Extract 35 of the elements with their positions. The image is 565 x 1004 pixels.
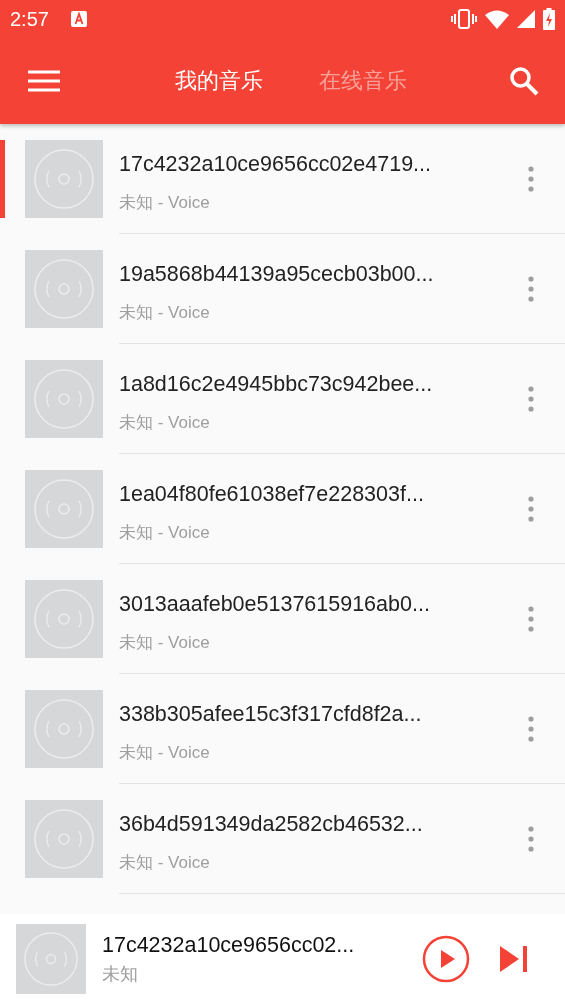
more-icon[interactable] xyxy=(525,165,537,193)
now-playing-artist: 未知 xyxy=(102,962,138,986)
song-title[interactable]: 19a5868b44139a95cecb03b00... xyxy=(119,262,434,287)
song-title[interactable]: 1a8d16c2e4945bbc73c942bee... xyxy=(119,372,433,397)
song-artist: 未知 - Voice xyxy=(119,412,210,434)
song-artist: 未知 - Voice xyxy=(119,632,210,654)
song-title[interactable]: 17c4232a10ce9656cc02e4719... xyxy=(119,152,432,177)
now-playing-title: 17c4232a10ce9656cc02... xyxy=(102,932,355,958)
status-time: 2:57 xyxy=(10,7,49,31)
song-artist: 未知 - Voice xyxy=(119,522,210,544)
song-artist: 未知 - Voice xyxy=(119,742,210,764)
notification-icon xyxy=(70,11,87,27)
more-icon[interactable] xyxy=(525,495,537,523)
more-icon[interactable] xyxy=(525,385,537,413)
song-title[interactable]: 3013aaafeb0e5137615916ab0... xyxy=(119,592,430,617)
search-icon[interactable] xyxy=(509,66,539,96)
menu-icon[interactable] xyxy=(28,70,60,92)
more-icon[interactable] xyxy=(525,825,537,853)
vibrate-icon xyxy=(451,9,477,29)
more-icon[interactable] xyxy=(525,275,537,303)
song-title[interactable]: 338b305afee15c3f317cfd8f2a... xyxy=(119,702,422,727)
more-icon[interactable] xyxy=(525,715,537,743)
more-icon[interactable] xyxy=(525,605,537,633)
tab[interactable]: 我的音乐 xyxy=(170,62,267,100)
song-artist: 未知 - Voice xyxy=(119,192,210,214)
skip-next-icon[interactable] xyxy=(500,946,528,972)
battery-icon xyxy=(543,8,555,30)
play-button[interactable] xyxy=(422,935,470,983)
song-artist: 未知 - Voice xyxy=(119,852,210,874)
wifi-icon xyxy=(485,9,509,29)
album-cover xyxy=(16,924,86,994)
song-title[interactable]: 36b4d591349da2582cb46532... xyxy=(119,812,423,837)
song-artist: 未知 - Voice xyxy=(119,302,210,324)
signal-icon xyxy=(517,10,535,28)
song-title[interactable]: 1ea04f80fe61038ef7e228303f... xyxy=(119,482,424,507)
